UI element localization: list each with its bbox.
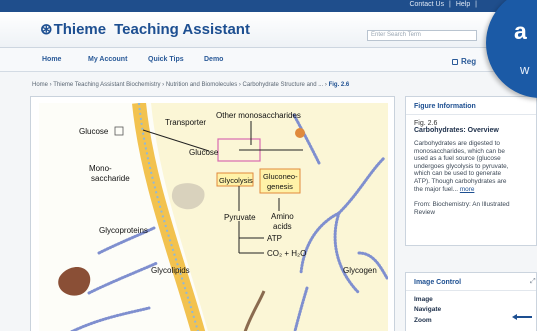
label-glycoproteins: Glycoproteins <box>99 226 148 235</box>
separator: | <box>449 1 451 8</box>
nav-demo[interactable]: Demo <box>204 56 223 63</box>
label-glucose-inner: Glucose <box>189 148 219 157</box>
search-input[interactable]: Enter Search Term <box>367 30 477 41</box>
promo-banner[interactable]: a w <box>486 0 537 98</box>
brand-name: Thieme <box>53 21 107 38</box>
navigate-label: Navigate <box>414 306 442 313</box>
thieme-logo-icon: ⊛ <box>40 21 53 38</box>
desc-line: the major fuel... more <box>414 186 528 194</box>
amino-acid-dot <box>295 128 305 138</box>
figure-frame: Glucose Transporter Other monosaccharide… <box>30 96 395 331</box>
label-genesis: genesis <box>267 182 293 191</box>
figure-number: Fig. 2.6 <box>414 120 438 127</box>
image-control-panel: Image Control ⤢ Image Navigate Zoom <box>405 272 537 331</box>
label-amino: Amino <box>271 212 294 221</box>
label-saccharide: saccharide <box>91 174 130 183</box>
carbohydrate-figure[interactable]: Glucose Transporter Other monosaccharide… <box>39 103 388 331</box>
product-name: Teaching Assistant <box>114 21 250 38</box>
label-glucose: Glucose <box>79 127 109 136</box>
desc-line-end: the major fuel... <box>414 185 459 193</box>
top-links: Contact Us | Help | <box>406 1 477 8</box>
figure-info-title: Figure Information <box>406 97 536 115</box>
label-mono: Mono- <box>89 164 112 173</box>
figure-svg: Glucose Transporter Other monosaccharide… <box>58 103 388 331</box>
figure-info-panel: Figure Information Fig. 2.6 Carbohydrate… <box>405 96 537 246</box>
site-logo[interactable]: ⊛Thieme Teaching Assistant <box>40 20 250 38</box>
image-control-title: Image Control <box>406 273 536 291</box>
top-bar: Contact Us | Help | <box>0 0 537 12</box>
expand-icon[interactable]: ⤢ <box>530 278 536 286</box>
figure-description: Carbohydrates are digested to monosaccha… <box>406 134 536 193</box>
banner-headline: a <box>514 18 527 44</box>
label-other-monosaccharides: Other monosaccharides <box>216 111 301 120</box>
source-line: From: Biochemistry: An Illustrated <box>414 201 510 209</box>
nav-home[interactable]: Home <box>42 56 61 63</box>
nav-my-account[interactable]: My Account <box>88 56 127 63</box>
label-pyruvate: Pyruvate <box>224 213 256 222</box>
desc-line: Carbohydrates are digested to <box>414 140 500 147</box>
label-transporter: Transporter <box>165 118 206 127</box>
register-label: Reg <box>461 57 477 66</box>
separator: | <box>475 1 477 8</box>
nav-quick-tips[interactable]: Quick Tips <box>148 56 184 63</box>
label-co2-h2o: CO₂ + H₂O <box>267 249 306 258</box>
site-header: ⊛Thieme Teaching Assistant Enter Search T… <box>0 12 537 48</box>
help-link[interactable]: Help <box>456 1 470 8</box>
label-glycolipids: Glycolipids <box>151 266 190 275</box>
breadcrumb-path[interactable]: Home › Thieme Teaching Assistant Biochem… <box>32 82 329 88</box>
figure-title: Carbohydrates: Overview <box>414 127 499 134</box>
glucose-square-icon <box>114 126 124 136</box>
desc-line: monosaccharides, which can be <box>414 147 505 155</box>
contact-us-link[interactable]: Contact Us <box>409 1 444 8</box>
label-atp: ATP <box>267 234 282 243</box>
lock-icon <box>452 59 458 65</box>
glycoprotein-shape <box>58 267 91 296</box>
desc-line: which can be used to generate <box>414 170 502 178</box>
desc-line: ATP). Though carbohydrates are <box>414 177 507 185</box>
desc-line: undergoes glycolysis to pyruvate, <box>414 162 509 170</box>
figure-source: From: Biochemistry: An Illustrated Revie… <box>406 193 536 216</box>
page: Contact Us | Help | ⊛Thieme Teaching Assi… <box>0 0 537 331</box>
label-glycogen: Glycogen <box>343 266 377 275</box>
image-row-label: Image <box>414 296 433 303</box>
breadcrumb: Home › Thieme Teaching Assistant Biochem… <box>32 82 349 88</box>
label-gluconeo: Gluconeo- <box>263 172 298 181</box>
more-link[interactable]: more <box>460 186 475 193</box>
banner-subtext: w <box>520 62 530 77</box>
desc-line: used as a fuel source (glucose <box>414 155 501 163</box>
register-link[interactable]: Reg <box>452 57 476 66</box>
navigate-arrow-icon[interactable] <box>512 314 532 320</box>
breadcrumb-current: Fig. 2.6 <box>328 82 350 88</box>
zoom-label: Zoom <box>414 317 432 324</box>
label-glycolysis: Glycolysis <box>219 176 253 185</box>
label-acids: acids <box>273 222 292 231</box>
source-line: Review <box>414 208 435 216</box>
